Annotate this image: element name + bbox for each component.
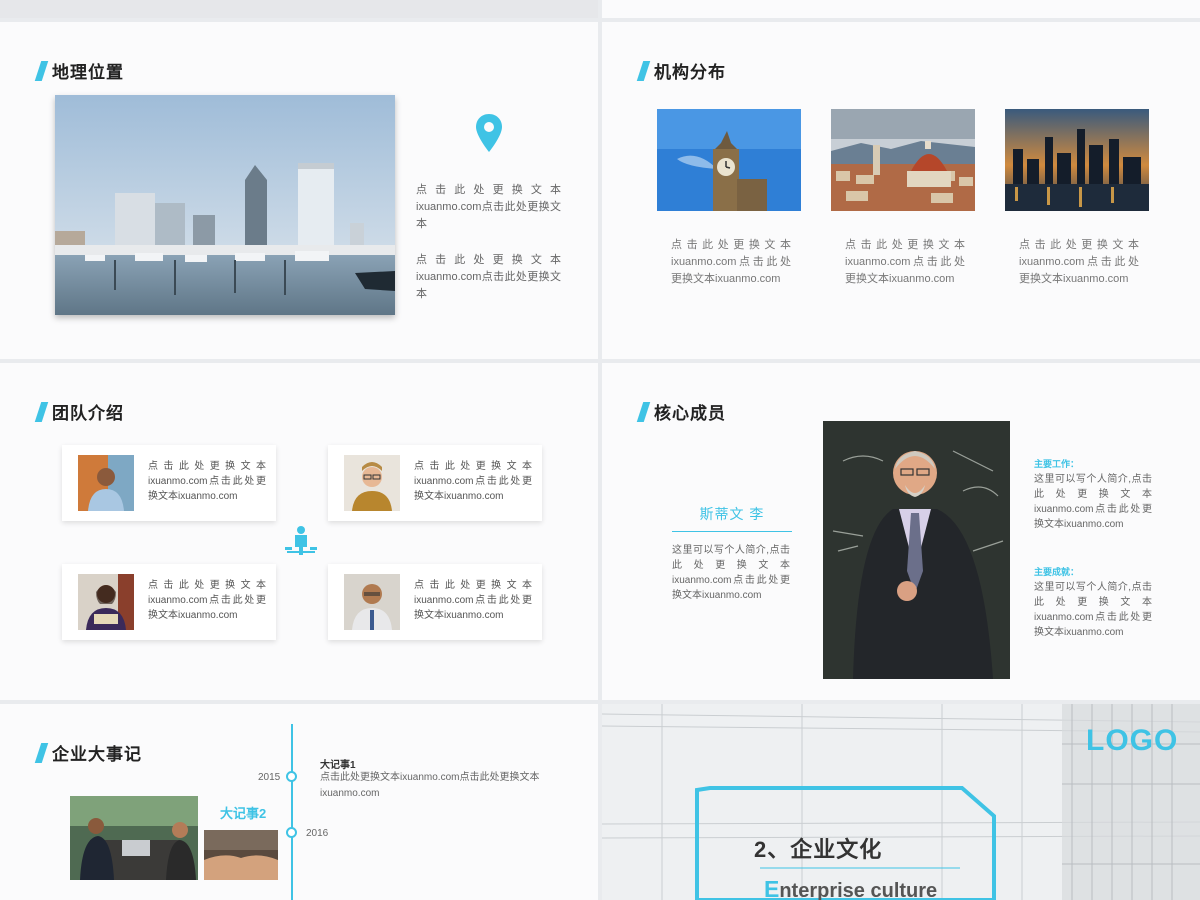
- member-avatar: [344, 574, 400, 630]
- org-caption-3: 点击此处更换文本ixuanmo.com点击此处更换文本ixuanmo.com: [1019, 239, 1139, 285]
- slide-thumbnail-grid: 地理位置 点击此处更换文本ixuanmo.com点击此处更换文本 点击此处更换文…: [0, 0, 1200, 900]
- org-caption-1: 点击此处更换文本ixuanmo.com点击此处更换文本ixuanmo.com: [671, 239, 791, 285]
- slide-title: 核心成员: [636, 399, 726, 424]
- title-accent-bar: [34, 742, 49, 763]
- member-desc: 点击此处更换文本ixuanmo.com点击此处更换文本ixuanmo.com: [148, 580, 266, 621]
- florence-photo: [831, 109, 975, 211]
- achievement-text: 这里可以写个人简介,点击此处更换文本ixuanmo.com点击此处更换文本ixu…: [1034, 582, 1152, 638]
- team-member-card[interactable]: 点击此处更换文本ixuanmo.com点击此处更换文本ixuanmo.com: [328, 445, 542, 521]
- work-heading: 主要工作：: [1034, 459, 1080, 469]
- geo-text-1: 点击此处更换文本ixuanmo.com点击此处更换文本: [416, 184, 561, 230]
- title-accent-bar: [34, 60, 49, 81]
- geo-text-2: 点击此处更换文本ixuanmo.com点击此处更换文本: [416, 254, 561, 300]
- slide-title: 团队介绍: [34, 399, 124, 424]
- slide-culture-section[interactable]: LOGO 2、企业文化 Enterprise culture: [602, 704, 1200, 900]
- handshake-photo: [204, 830, 278, 880]
- member-bio: 这里可以写个人简介,点击此处更换文本ixuanmo.com点击此处更换文本ixu…: [672, 545, 790, 601]
- section-subtitle: Enterprise culture: [764, 876, 937, 900]
- slide-core-member[interactable]: 核心成员 斯蒂文 李 这里可以写个人简介,点击此处更换文本ixuanmo.com…: [602, 363, 1200, 700]
- event-title-highlight: 大记事2: [220, 806, 267, 821]
- work-block: 主要工作： 这里可以写个人简介,点击此处更换文本ixuanmo.com点击此处更…: [1034, 457, 1152, 532]
- org-caption-2: 点击此处更换文本ixuanmo.com点击此处更换文本ixuanmo.com: [845, 239, 965, 285]
- member-avatar: [344, 455, 400, 511]
- slide-title: 地理位置: [34, 58, 124, 83]
- timeline-line: [291, 724, 293, 900]
- slide-team[interactable]: 团队介绍 点击此处更换文本ixuanmo.com点击此处更换文本ixuanmo.…: [0, 363, 598, 700]
- title-accent-bar: [636, 60, 651, 81]
- member-desc: 点击此处更换文本ixuanmo.com点击此处更换文本ixuanmo.com: [414, 580, 532, 621]
- city-harbor-photo: [55, 95, 395, 315]
- team-member-card[interactable]: 点击此处更换文本ixuanmo.com点击此处更换文本ixuanmo.com: [62, 445, 276, 521]
- achievement-block: 主要成就： 这里可以写个人简介,点击此处更换文本ixuanmo.com点击此处更…: [1034, 565, 1152, 640]
- slide-title: 企业大事记: [34, 740, 142, 765]
- member-avatar: [78, 455, 134, 511]
- slide-title-text: 企业大事记: [52, 745, 142, 764]
- slide-thumbnail-prev-right[interactable]: [602, 0, 1200, 18]
- subtitle-initial: E: [764, 876, 780, 900]
- slide-title: 机构分布: [636, 58, 726, 83]
- slide-geography[interactable]: 地理位置 点击此处更换文本ixuanmo.com点击此处更换文本 点击此处更换文…: [0, 22, 598, 359]
- timeline-year: 2015: [258, 772, 281, 783]
- event-title: 大记事1: [320, 760, 356, 771]
- achievement-heading: 主要成就：: [1034, 567, 1080, 577]
- member-name: 斯蒂文 李: [699, 506, 765, 522]
- subtitle-rest: nterprise culture: [779, 880, 938, 900]
- slide-organization[interactable]: 机构分布 点击此处更换文本ixuanmo.com点击此处更换文本ixuanmo.…: [602, 22, 1200, 359]
- work-text: 这里可以写个人简介,点击此处更换文本ixuanmo.com点击此处更换文本ixu…: [1034, 474, 1152, 530]
- member-desc: 点击此处更换文本ixuanmo.com点击此处更换文本ixuanmo.com: [148, 461, 266, 502]
- location-pin-icon: [476, 114, 502, 152]
- member-desc: 点击此处更换文本ixuanmo.com点击此处更换文本ixuanmo.com: [414, 461, 532, 502]
- team-member-card[interactable]: 点击此处更换文本ixuanmo.com点击此处更换文本ixuanmo.com: [62, 564, 276, 640]
- meeting-photo: [70, 796, 198, 880]
- slide-milestones[interactable]: 企业大事记 2015 2016 大记事1 点击此处更换文本ixuanmo.com…: [0, 704, 598, 900]
- team-person-icon: [285, 526, 317, 555]
- professor-photo: [823, 421, 1010, 679]
- slide-title-text: 核心成员: [654, 404, 726, 423]
- title-accent-bar: [34, 401, 49, 422]
- member-avatar: [78, 574, 134, 630]
- city-night-photo: [1005, 109, 1149, 211]
- slide-title-text: 机构分布: [654, 63, 726, 82]
- name-underline: [672, 531, 792, 532]
- timeline-dot: [286, 827, 297, 838]
- slide-thumbnail-prev-left[interactable]: [0, 0, 598, 18]
- slide-title-text: 团队介绍: [52, 404, 124, 423]
- title-accent-bar: [636, 401, 651, 422]
- timeline-dot: [286, 771, 297, 782]
- team-member-card[interactable]: 点击此处更换文本ixuanmo.com点击此处更换文本ixuanmo.com: [328, 564, 542, 640]
- timeline-year: 2016: [306, 828, 329, 839]
- slide-title-text: 地理位置: [52, 63, 124, 82]
- section-title: 2、企业文化: [754, 837, 883, 862]
- logo-text: LOGO: [1086, 724, 1179, 757]
- big-ben-photo: [657, 109, 801, 211]
- event-text: 点击此处更换文本ixuanmo.com点击此处更换文本ixuanmo.com: [320, 772, 540, 799]
